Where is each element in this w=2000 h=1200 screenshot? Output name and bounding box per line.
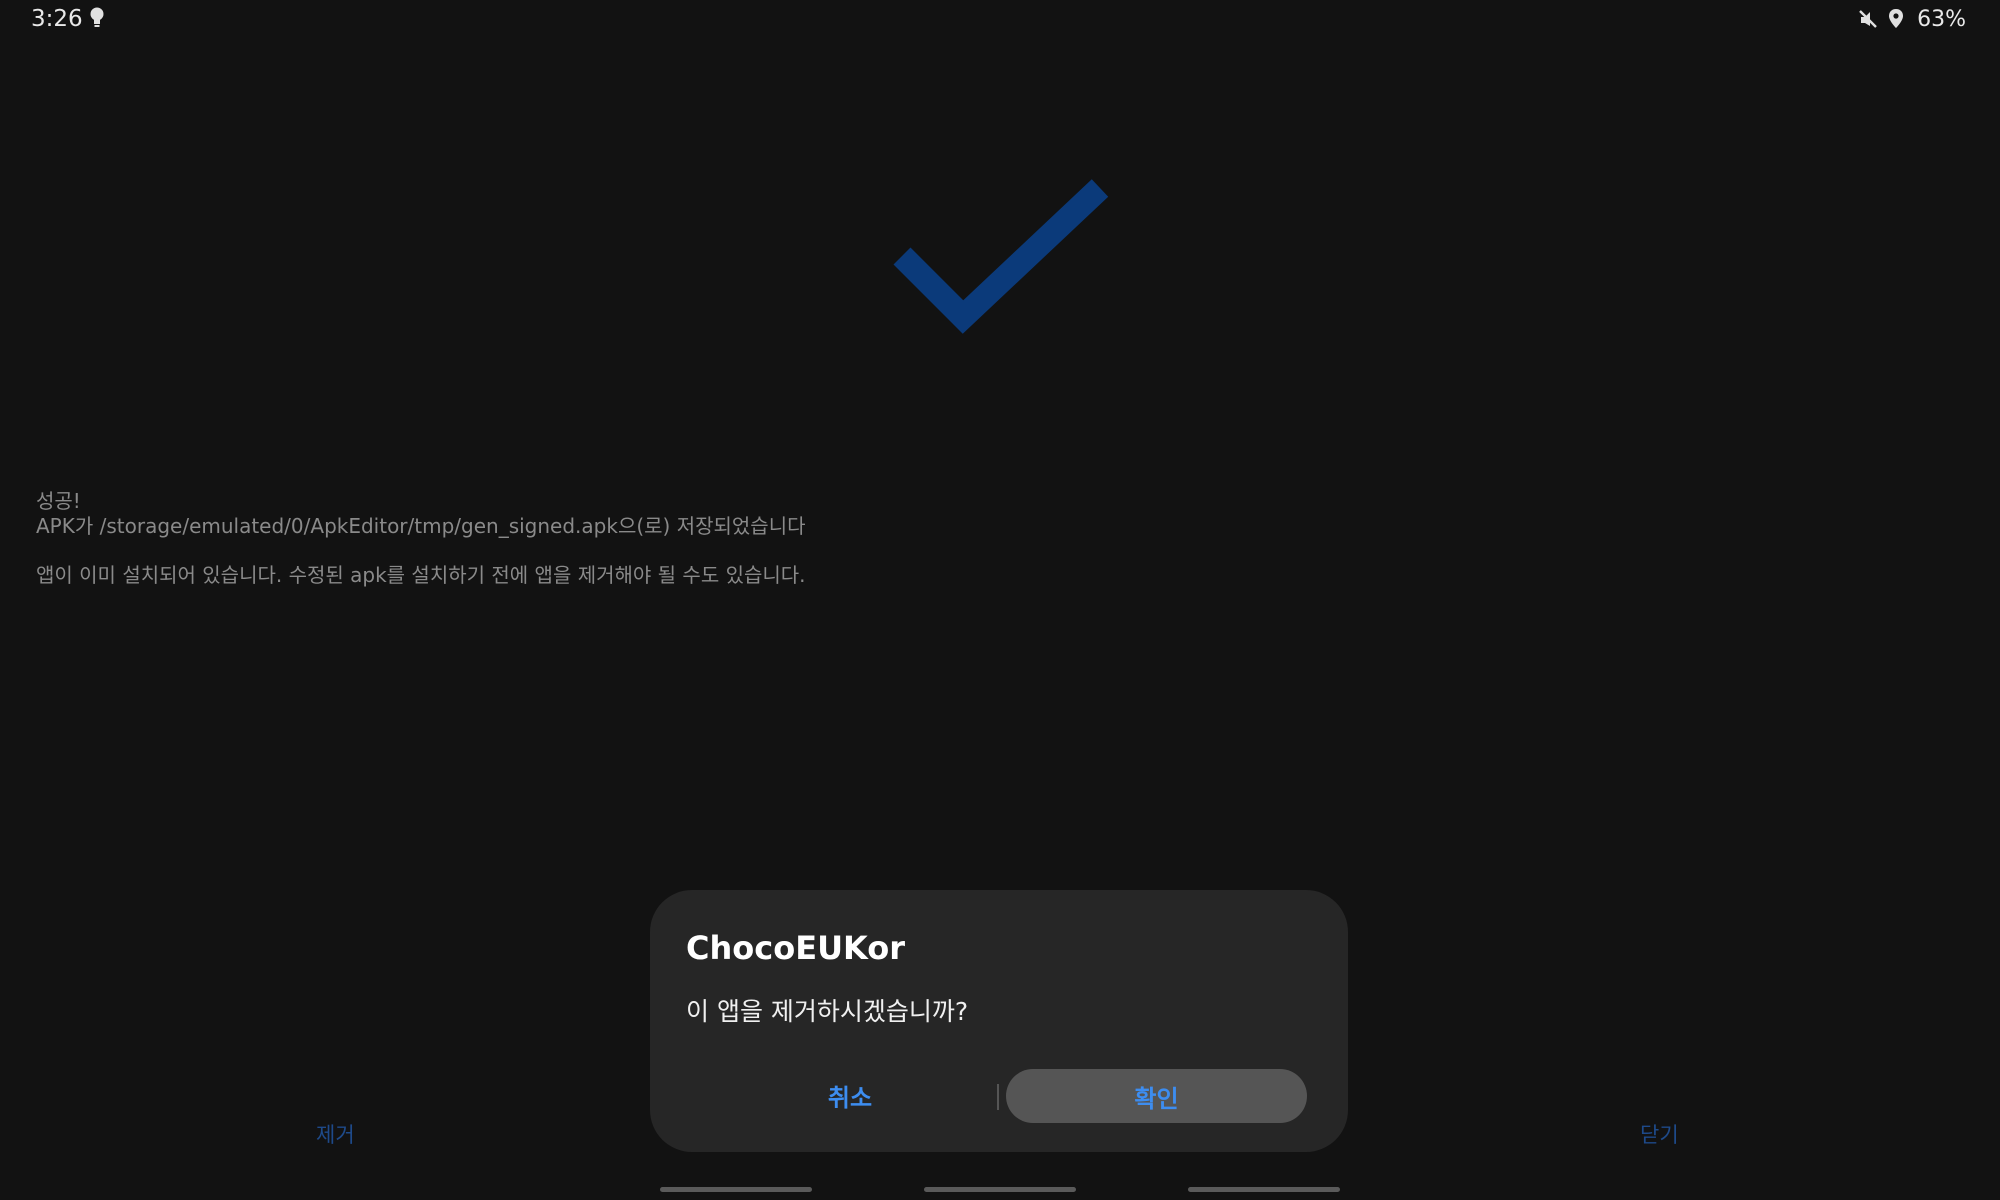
nav-handle-right[interactable] bbox=[1188, 1187, 1340, 1192]
nav-handle-center[interactable] bbox=[924, 1187, 1076, 1192]
dialog-title: ChocoEUKor bbox=[686, 929, 906, 967]
confirm-button[interactable]: 확인 bbox=[1006, 1069, 1307, 1123]
screen: 3:26 63% 성공! APK가 /storage/emulated/0/Ap… bbox=[0, 0, 2000, 1200]
cancel-button[interactable]: 취소 bbox=[702, 1068, 998, 1122]
uninstall-dialog: ChocoEUKor 이 앱을 제거하시겠습니까? 취소 확인 bbox=[650, 890, 1348, 1152]
dialog-message: 이 앱을 제거하시겠습니까? bbox=[686, 997, 969, 1026]
nav-handle-left[interactable] bbox=[660, 1187, 812, 1192]
button-divider bbox=[997, 1084, 999, 1110]
